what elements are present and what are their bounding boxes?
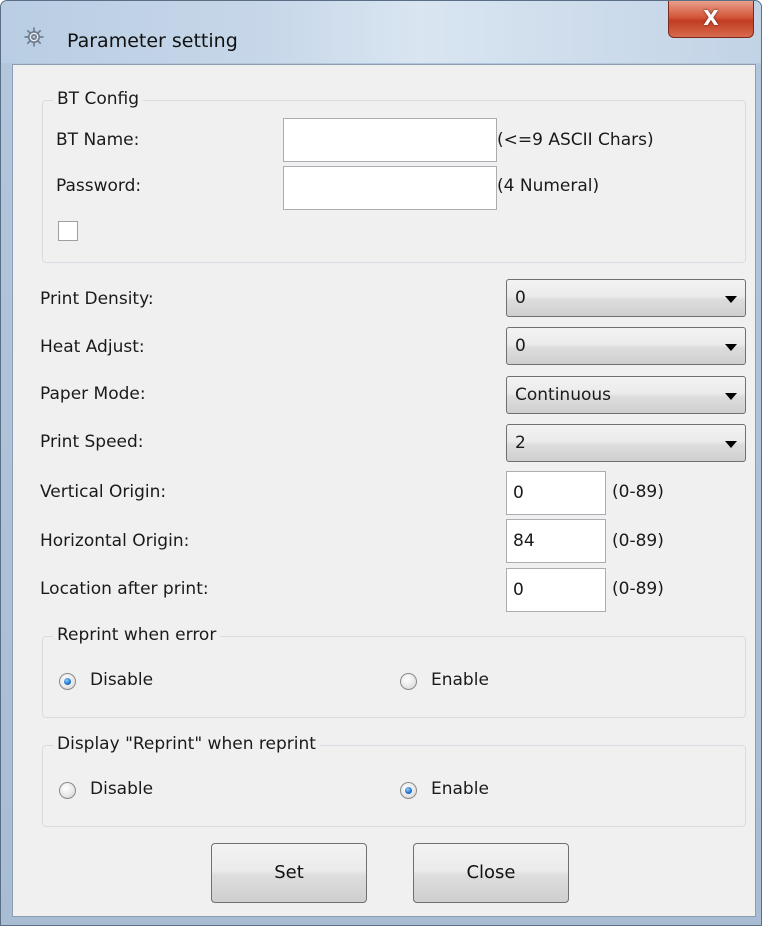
heat-adjust-select[interactable]: 0 — [506, 327, 746, 365]
print-speed-select[interactable]: 2 — [506, 424, 746, 462]
display-reprint-disable-label[interactable]: Disable — [90, 779, 153, 799]
bt-name-label: BT Name: — [56, 130, 140, 150]
close-icon: X — [703, 6, 719, 30]
paper-mode-select[interactable]: Continuous — [506, 376, 746, 414]
window-title: Parameter setting — [67, 30, 238, 52]
title-bar[interactable]: Parameter setting X — [1, 1, 761, 63]
display-reprint-disable-radio[interactable] — [59, 782, 76, 799]
reprint-error-enable-label[interactable]: Enable — [431, 670, 489, 690]
heat-adjust-label: Heat Adjust: — [40, 337, 145, 357]
reprint-error-disable-radio[interactable] — [59, 673, 76, 690]
bt-name-hint: (<=9 ASCII Chars) — [497, 130, 654, 150]
print-density-value: 0 — [515, 288, 526, 308]
set-button[interactable]: Set — [211, 843, 367, 903]
radio-selected-dot — [405, 787, 412, 794]
horizontal-origin-input[interactable]: 84 — [506, 519, 606, 563]
vertical-origin-input[interactable]: 0 — [506, 471, 606, 515]
bt-name-input[interactable] — [283, 118, 497, 162]
radio-selected-dot — [64, 678, 71, 685]
heat-adjust-value: 0 — [515, 336, 526, 356]
close-window-button[interactable]: X — [668, 1, 754, 38]
chevron-down-icon — [725, 344, 737, 351]
paper-mode-label: Paper Mode: — [40, 384, 146, 404]
print-speed-label: Print Speed: — [40, 432, 144, 452]
dialog-window: Parameter setting X BT Config BT Name: (… — [0, 0, 762, 926]
location-after-print-input[interactable]: 0 — [506, 568, 606, 612]
password-label: Password: — [56, 176, 142, 196]
chevron-down-icon — [725, 296, 737, 303]
password-input[interactable] — [283, 166, 497, 210]
display-reprint-enable-label[interactable]: Enable — [431, 779, 489, 799]
location-after-print-range: (0-89) — [612, 579, 664, 599]
reprint-error-disable-label[interactable]: Disable — [90, 670, 153, 690]
print-density-select[interactable]: 0 — [506, 279, 746, 317]
chevron-down-icon — [725, 393, 737, 400]
vertical-origin-range: (0-89) — [612, 482, 664, 502]
reprint-error-legend: Reprint when error — [53, 625, 221, 645]
bt-config-legend: BT Config — [53, 89, 143, 109]
bt-config-checkbox[interactable] — [58, 221, 78, 241]
password-hint: (4 Numeral) — [497, 176, 600, 196]
paper-mode-value: Continuous — [515, 385, 612, 405]
reprint-error-enable-radio[interactable] — [400, 673, 417, 690]
gear-icon — [24, 27, 44, 47]
display-reprint-legend: Display "Reprint" when reprint — [53, 734, 320, 754]
close-button[interactable]: Close — [413, 843, 569, 903]
display-reprint-enable-radio[interactable] — [400, 782, 417, 799]
horizontal-origin-range: (0-89) — [612, 531, 664, 551]
dialog-client-area: BT Config BT Name: (<=9 ASCII Chars) Pas… — [12, 64, 756, 917]
chevron-down-icon — [725, 441, 737, 448]
print-density-label: Print Density: — [40, 289, 154, 309]
vertical-origin-label: Vertical Origin: — [40, 482, 167, 502]
location-after-print-label: Location after print: — [40, 579, 209, 599]
horizontal-origin-label: Horizontal Origin: — [40, 531, 190, 551]
print-speed-value: 2 — [515, 433, 526, 453]
